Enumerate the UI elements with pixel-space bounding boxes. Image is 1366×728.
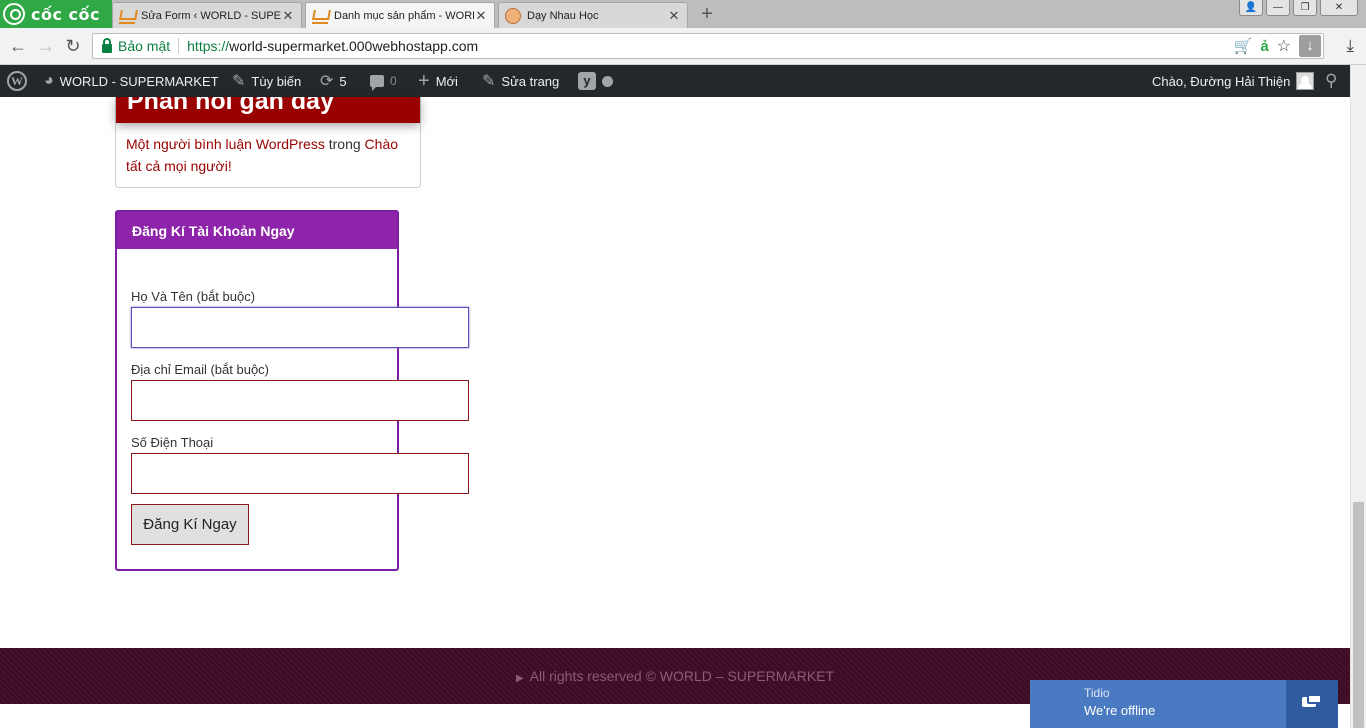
seo-status-dot-icon [602, 75, 613, 87]
recent-comments-widget: Phản hồi gần đây Một người bình luận Wor… [115, 97, 421, 188]
coccoc-logo-icon [3, 3, 25, 25]
edit-page-label: Sửa trang [501, 73, 560, 89]
forward-button[interactable]: → [36, 36, 56, 56]
lock-icon [102, 37, 112, 53]
yoast-seo-menu[interactable]: y [578, 65, 613, 97]
profile-button[interactable]: 👤 [1239, 0, 1263, 16]
customize-label: Tùy biến [251, 73, 302, 89]
widget-title: Phản hồi gần đây [127, 97, 334, 115]
tidio-chat-widget[interactable]: Tidio We're offline [1030, 680, 1338, 728]
browser-tab[interactable]: Sửa Form ‹ WORLD - SUPERMARKET ✕ [112, 2, 302, 28]
divider [178, 38, 180, 54]
footer-text: All rights reserved © WORLD – SUPERMARKE… [529, 668, 835, 684]
plus-icon: + [418, 69, 430, 92]
url-scheme: https:// [187, 38, 230, 54]
phone-input[interactable] [131, 453, 469, 494]
address-bar[interactable]: Bảo mật https:// world-supermarket.000we… [92, 33, 1324, 59]
translate-icon[interactable]: ả [1260, 38, 1268, 55]
tab-title: Danh mục sản phẩm - WORLD - SUPERMARKET [334, 9, 474, 22]
phone-label: Số Điện Thoại [131, 435, 214, 450]
star-icon[interactable]: ☆ [1277, 36, 1291, 56]
security-label[interactable]: Bảo mật [118, 38, 170, 54]
registration-widget: Đăng Kí Tài Khoản Ngay Họ Và Tên (bắt bu… [115, 210, 469, 571]
cart-favicon-icon [119, 8, 135, 24]
full-name-input[interactable] [131, 307, 469, 348]
brush-icon: ✎ [232, 73, 246, 90]
comment-connector: trong [328, 136, 361, 152]
arrow-right-icon: → [37, 36, 55, 56]
my-account-menu[interactable]: Chào, Đường Hải Thiện [1152, 65, 1315, 97]
dashboard-icon: ◕ [44, 72, 54, 89]
arrow-left-icon: ← [9, 36, 27, 56]
user-greeting: Chào, Đường Hải Thiện [1152, 73, 1291, 89]
registration-title: Đăng Kí Tài Khoản Ngay [117, 212, 397, 249]
browser-tab-strip: cốc cốc Sửa Form ‹ WORLD - SUPERMARKET ✕… [0, 0, 1366, 28]
updates-icon: ⟳ [320, 73, 334, 90]
email-input[interactable] [131, 380, 469, 421]
updates-count: 5 [339, 73, 347, 89]
address-bar-actions: 🛒 ả ☆ ↓ [1234, 34, 1323, 58]
url-host: world-supermarket.000webhostapp.com [229, 38, 479, 54]
restore-button[interactable]: ❐ [1293, 0, 1317, 16]
brand-name: cốc cốc [31, 4, 100, 24]
recent-comment-entry: Một người bình luận WordPress trong Chào… [116, 123, 420, 187]
new-label: Mới [435, 73, 458, 89]
tab-close-icon[interactable]: ✕ [281, 8, 295, 24]
tab-close-icon[interactable]: ✕ [474, 8, 488, 24]
browser-tab[interactable]: Dạy Nhau Học ✕ [498, 2, 688, 28]
chat-bubbles-icon [1302, 694, 1322, 710]
reload-icon: ↻ [65, 36, 81, 56]
cart-icon[interactable]: 🛒 [1234, 37, 1253, 55]
wp-admin-bar: W ◕ WORLD - SUPERMARKET ✎ Tùy biến ⟳ 5 0… [0, 65, 1366, 97]
new-tab-button[interactable]: + [697, 4, 717, 24]
download-icon[interactable]: ↓ [1299, 35, 1321, 57]
comments-count: 0 [390, 74, 397, 88]
tab-title: Dạy Nhau Học [527, 9, 599, 22]
open-chat-button[interactable] [1286, 680, 1338, 728]
wordpress-logo-icon: W [7, 71, 27, 91]
comment-icon [370, 75, 384, 91]
cart-favicon-icon [312, 8, 328, 24]
downloads-button[interactable]: ⤓ [1346, 36, 1354, 56]
site-name: WORLD - SUPERMARKET [59, 73, 219, 89]
edit-page-link[interactable]: ✎ Sửa trang [482, 65, 559, 97]
face-favicon-icon [505, 7, 521, 24]
browser-toolbar: ← → ↻ Bảo mật https:// world-supermarket… [0, 28, 1366, 65]
chat-status: We're offline [1084, 703, 1156, 718]
full-name-label: Họ Và Tên (bắt buộc) [131, 289, 256, 304]
minimize-button[interactable]: — [1266, 0, 1290, 16]
wp-logo-menu[interactable]: W [7, 65, 27, 97]
close-window-button[interactable]: ✕ [1320, 0, 1358, 16]
tidio-brand: Tidio [1084, 686, 1110, 700]
download-tray-icon: ⤓ [1346, 36, 1354, 55]
yoast-icon: y [578, 72, 596, 90]
widget-header: Phản hồi gần đây [116, 97, 420, 123]
avatar [1296, 72, 1315, 90]
triangle-right-icon: ▶ [515, 673, 524, 684]
reload-button[interactable]: ↻ [63, 36, 83, 56]
customize-link[interactable]: ✎ Tùy biến [232, 65, 301, 97]
site-name-menu[interactable]: ◕ WORLD - SUPERMARKET [44, 65, 219, 97]
browser-tab-active[interactable]: Danh mục sản phẩm - WORLD - SUPERMARKET … [305, 2, 495, 28]
scrollbar-thumb[interactable] [1353, 502, 1364, 728]
window-controls: 👤 — ❐ ✕ [1239, 0, 1358, 16]
updates-link[interactable]: ⟳ 5 [320, 65, 347, 97]
vertical-scrollbar[interactable] [1350, 65, 1366, 728]
tab-close-icon[interactable]: ✕ [667, 8, 681, 24]
comments-link[interactable]: 0 [370, 65, 397, 97]
pencil-icon: ✎ [482, 73, 496, 90]
coccoc-menu-button[interactable]: cốc cốc [0, 0, 112, 28]
email-label: Địa chỉ Email (bắt buộc) [131, 362, 269, 377]
comment-author-link[interactable]: Một người bình luận WordPress [126, 136, 325, 152]
new-content-menu[interactable]: + Mới [418, 65, 458, 97]
admin-search-button[interactable]: ⚲ [1325, 65, 1337, 97]
register-submit-button[interactable]: Đăng Kí Ngay [131, 504, 249, 545]
search-icon: ⚲ [1325, 71, 1338, 90]
back-button[interactable]: ← [8, 36, 28, 56]
tab-title: Sửa Form ‹ WORLD - SUPERMARKET [141, 9, 281, 22]
